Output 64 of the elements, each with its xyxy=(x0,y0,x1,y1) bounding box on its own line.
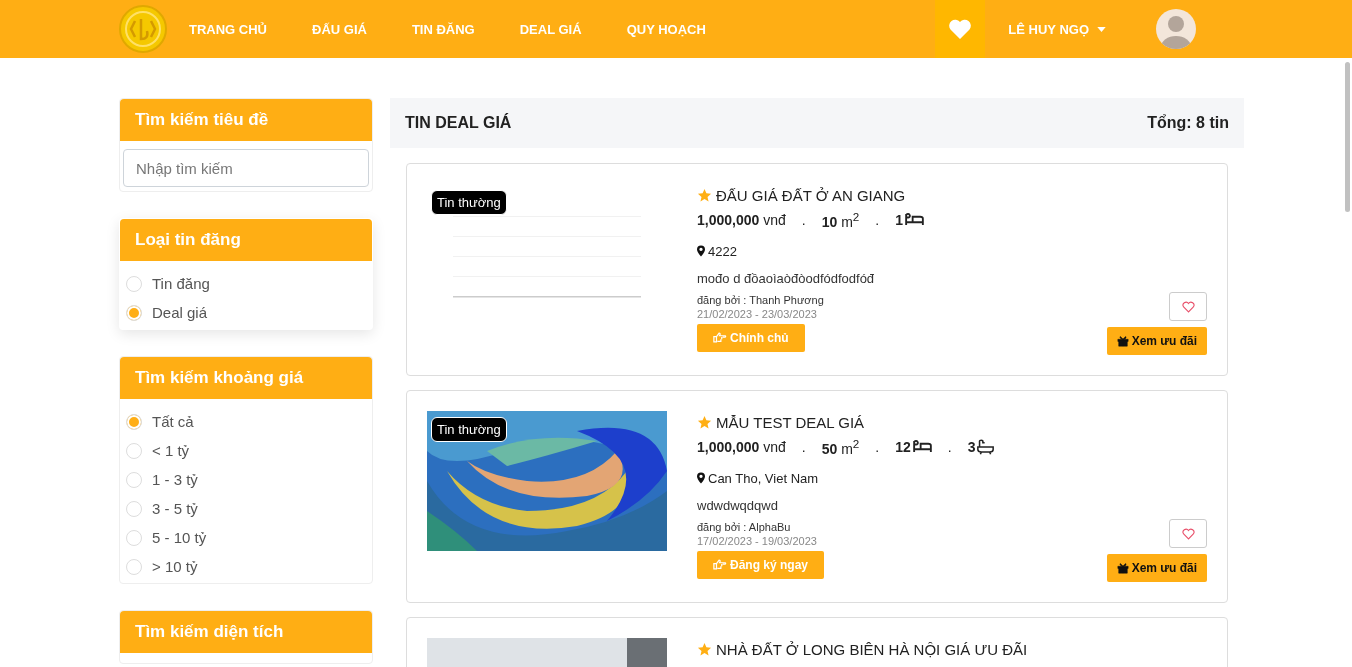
bathtub-icon xyxy=(977,438,995,455)
favorite-button[interactable] xyxy=(1169,292,1207,321)
listing-fact: 1,000,000 vnđ xyxy=(697,438,786,455)
search-field[interactable]: Nhập tìm kiếm xyxy=(123,149,369,187)
hand-icon xyxy=(713,559,727,571)
bathroom-count: 3 xyxy=(967,438,976,455)
listing-description: wdwdwqdqwd xyxy=(697,497,779,513)
separator: . xyxy=(801,211,806,228)
panel-title: Tìm kiếm tiêu đề xyxy=(120,99,372,141)
listing-fact: 10 m$^{2}$ xyxy=(821,210,860,230)
separator: . xyxy=(875,438,880,455)
bed-icon xyxy=(912,440,932,454)
radio-option[interactable]: 3 - 5 tỷ xyxy=(126,494,366,523)
listing-author: đăng bởi : Thanh Phương xyxy=(697,293,825,306)
listing-title[interactable]: NHÀ ĐẤT Ở LONG BIÊN HÀ NỘI GIÁ ƯU ĐÃI xyxy=(716,641,1028,658)
listing-badge: Tin thường xyxy=(431,190,507,215)
listing-description: mođo d đồaoìaòđòodfódfodfóđ xyxy=(697,270,876,286)
star-icon xyxy=(697,415,712,430)
radio-option[interactable]: 5 - 10 tỷ xyxy=(126,523,366,552)
bedroom-count: 1 xyxy=(895,211,903,228)
radio-option[interactable]: < 1 tỷ xyxy=(126,436,366,465)
listing-title[interactable]: ĐẤU GIÁ ĐẤT Ở AN GIANG xyxy=(716,187,906,204)
hand-icon xyxy=(713,332,727,344)
listing-badge: Tin thường xyxy=(431,417,507,442)
listing-title[interactable]: MẪU TEST DEAL GIÁ xyxy=(716,414,865,431)
section-title: TIN DEAL GIÁ xyxy=(405,114,512,132)
panel-title: Tìm kiếm diện tích xyxy=(120,611,372,653)
star-icon xyxy=(697,642,712,657)
bed-icon xyxy=(904,213,924,227)
scrollbar[interactable] xyxy=(1345,62,1350,212)
favorites-button[interactable] xyxy=(935,0,986,58)
offer-button[interactable]: Xem ưu đãi xyxy=(1106,554,1207,582)
panel-title: Tìm kiếm khoảng giá xyxy=(120,357,372,399)
radio-option[interactable]: Tin đăng xyxy=(126,269,366,298)
listing-fact: 50 m$^{2}$ xyxy=(821,437,860,457)
caret-icon xyxy=(1097,26,1106,32)
gift-icon xyxy=(1116,335,1129,347)
panel-title: Loại tin đăng xyxy=(120,219,372,261)
separator: . xyxy=(801,438,806,455)
radio-option[interactable]: Tất cả xyxy=(126,407,366,436)
heart-icon xyxy=(1181,527,1195,540)
separator: . xyxy=(947,438,952,455)
star-icon xyxy=(697,188,712,203)
listing-fact: 1,000,000 vnđ xyxy=(697,211,786,228)
separator: . xyxy=(875,211,880,228)
gift-icon xyxy=(1116,562,1129,574)
listing-location: 4222 xyxy=(708,243,737,259)
offer-button[interactable]: Xem ưu đãi xyxy=(1106,327,1207,355)
listing-dates: 17/02/2023 - 19/03/2023 xyxy=(697,534,818,547)
listing-location: Can Tho, Viet Nam xyxy=(708,470,819,486)
radio-option[interactable]: 1 - 3 tỷ xyxy=(126,465,366,494)
favorite-button[interactable] xyxy=(1169,519,1207,548)
bedroom-count: 12 xyxy=(895,438,911,455)
map-pin-icon xyxy=(697,472,705,485)
radio-option[interactable]: > 10 tỷ xyxy=(126,552,366,581)
radio-option[interactable]: Deal giá xyxy=(126,298,366,327)
heart-icon xyxy=(1181,300,1195,313)
heart-icon xyxy=(948,18,973,40)
listing-author: đăng bởi : AlphaBu xyxy=(697,520,792,533)
map-pin-icon xyxy=(697,245,705,258)
avatar-icon[interactable] xyxy=(1156,9,1196,49)
listing-dates: 21/02/2023 - 23/03/2023 xyxy=(697,307,818,320)
logo-icon[interactable] xyxy=(119,5,167,53)
total-count: Tổng: 8 tin xyxy=(1147,114,1229,132)
